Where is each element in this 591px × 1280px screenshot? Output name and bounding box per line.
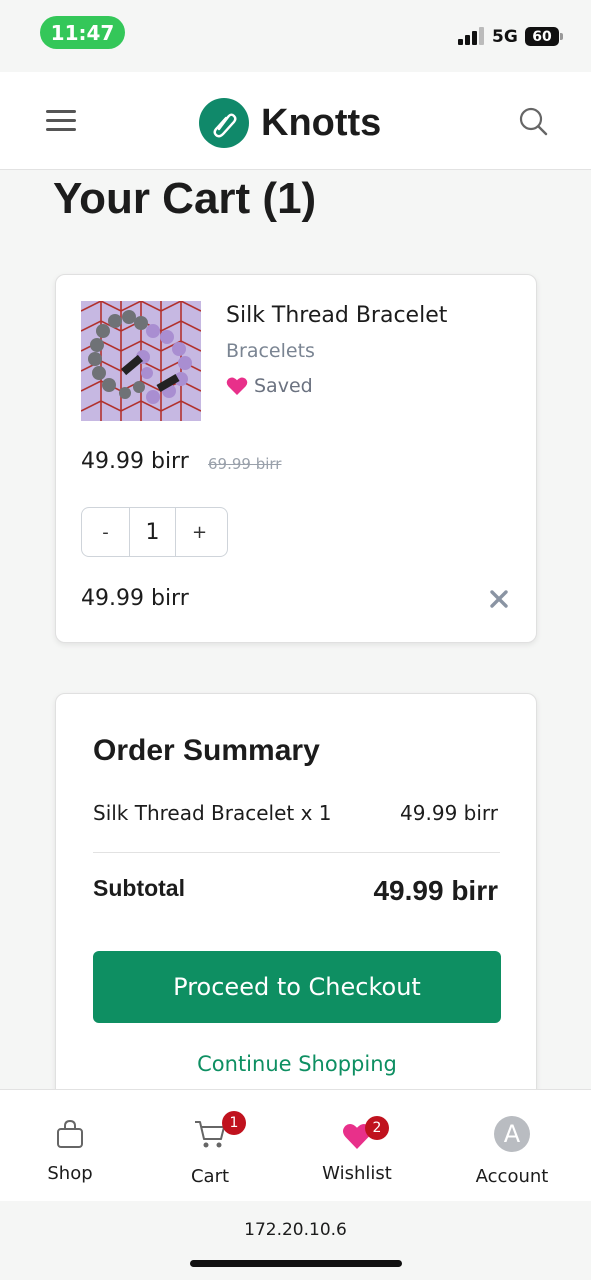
paperclip-icon xyxy=(199,98,249,148)
order-summary-card: Order Summary Silk Thread Bracelet x 1 4… xyxy=(55,693,537,1113)
home-indicator[interactable] xyxy=(190,1260,402,1267)
page-title: Your Cart (1) xyxy=(53,174,317,223)
nav-item-shop[interactable]: Shop xyxy=(0,1090,140,1202)
summary-title: Order Summary xyxy=(93,734,320,767)
line-total: 49.99 birr xyxy=(81,586,189,611)
shopping-bag-icon xyxy=(55,1118,85,1154)
nav-label-cart: Cart xyxy=(190,1166,230,1187)
product-price: 49.99 birr xyxy=(81,449,189,474)
signal-icon xyxy=(458,27,484,45)
app-header: Knotts xyxy=(0,72,591,170)
cart-item-card: Silk Thread Bracelet Bracelets Saved 49.… xyxy=(55,274,537,643)
nav-label-wishlist: Wishlist xyxy=(322,1163,392,1184)
browser-url-bar: 172.20.10.6 xyxy=(0,1201,591,1280)
network-label: 5G xyxy=(492,27,518,47)
product-category: Bracelets xyxy=(226,340,315,362)
increment-button[interactable]: + xyxy=(176,508,223,556)
product-name[interactable]: Silk Thread Bracelet xyxy=(226,303,447,328)
product-original-price: 69.99 birr xyxy=(208,455,282,473)
url-text[interactable]: 172.20.10.6 xyxy=(0,1220,591,1240)
nav-item-account[interactable]: A Account xyxy=(442,1090,582,1202)
saved-label: Saved xyxy=(254,375,313,397)
avatar-icon: A xyxy=(494,1116,530,1152)
status-time: 11:47 xyxy=(40,16,125,49)
continue-shopping-link[interactable]: Continue Shopping xyxy=(56,1052,538,1076)
saved-toggle[interactable]: Saved xyxy=(226,375,313,397)
decrement-button[interactable]: - xyxy=(82,508,129,556)
quantity-value[interactable]: 1 xyxy=(129,508,176,556)
subtotal-value: 49.99 birr xyxy=(373,875,498,906)
brand-name: Knotts xyxy=(261,101,382,144)
nav-label-account: Account xyxy=(475,1166,549,1187)
wishlist-badge: 2 xyxy=(365,1116,389,1140)
checkout-button[interactable]: Proceed to Checkout xyxy=(93,951,501,1023)
hamburger-icon[interactable] xyxy=(46,110,76,132)
nav-label-shop: Shop xyxy=(47,1163,93,1184)
battery-tip xyxy=(560,33,563,40)
subtotal-label: Subtotal xyxy=(93,875,185,901)
search-icon[interactable] xyxy=(518,106,548,136)
brand-logo[interactable]: Knotts xyxy=(199,98,381,148)
nav-item-wishlist[interactable]: 2 Wishlist xyxy=(287,1090,427,1202)
nav-item-cart[interactable]: 1 Cart xyxy=(140,1090,280,1202)
product-image[interactable] xyxy=(81,301,201,421)
summary-divider xyxy=(93,852,500,853)
battery-icon: 60 xyxy=(525,27,559,46)
summary-item-line: Silk Thread Bracelet x 1 xyxy=(93,801,332,825)
quantity-stepper: - 1 + xyxy=(81,507,228,557)
summary-item-price: 49.99 birr xyxy=(400,801,498,825)
remove-item-button[interactable] xyxy=(488,588,510,610)
cart-badge: 1 xyxy=(222,1111,246,1135)
heart-icon xyxy=(226,377,248,395)
close-icon xyxy=(490,590,508,608)
bottom-nav: Shop 1 Cart 2 Wishlist A Account xyxy=(0,1089,591,1201)
status-bar: 11:47 5G 60 xyxy=(0,0,591,72)
